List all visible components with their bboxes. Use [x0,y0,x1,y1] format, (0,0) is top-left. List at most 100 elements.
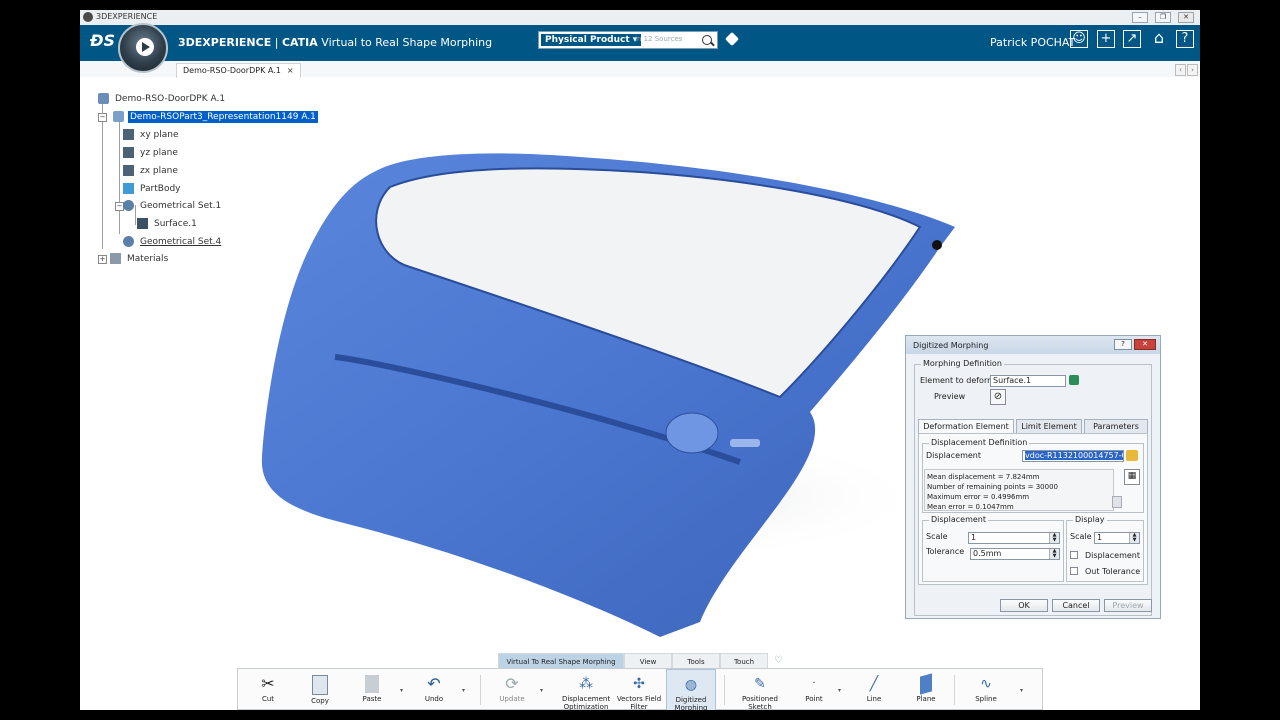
point-button[interactable]: · Point [794,669,834,710]
element-to-deform-field[interactable]: Surface.1 [990,375,1066,387]
displacement-optimization-button[interactable]: ⁂ Displacement Optimization [556,669,616,710]
scale-value: 1 [971,533,977,542]
tree-item-geoset1[interactable]: Geometrical Set.1 [123,200,223,211]
tab-view[interactable]: View [624,653,672,669]
display-scale-field[interactable]: 1 ▲ ▼ [1094,532,1140,544]
select-element-icon[interactable] [1069,375,1079,385]
tab-virtual-to-real[interactable]: Virtual To Real Shape Morphing [498,653,624,669]
ds-logo-icon: ƉS [90,31,116,50]
scale-field[interactable]: 1 ▲ ▼ [968,532,1060,544]
compass-icon[interactable] [118,23,168,73]
spinner-icon[interactable]: ▲ ▼ [1049,549,1059,559]
spline-button[interactable]: ∿ Spline [966,669,1006,710]
brand-label: 3DEXPERIENCE [178,36,272,49]
positioned-sketch-button[interactable]: ✎ Positioned Sketch [734,669,786,710]
preview-button[interactable]: Preview [1104,599,1152,612]
chevron-down-icon[interactable]: ▾ [1020,687,1023,694]
search-input[interactable]: in 12 Sources [635,35,682,43]
tolerance-value: 0.5mm [973,549,1002,558]
close-tab-icon[interactable]: × [287,66,294,75]
tree-item-xy-plane[interactable]: xy plane [123,129,180,140]
list-scrollbar[interactable] [1112,496,1122,508]
dialog-help-button[interactable]: ? [1114,339,1132,350]
close-window-button[interactable]: ✕ [1178,12,1194,23]
tag-icon[interactable] [724,31,740,47]
minimize-button[interactable]: – [1132,12,1148,23]
preview-toggle-icon[interactable]: ⊘ [990,389,1006,405]
line-icon: ╱ [869,676,879,692]
preview-label: Preview [934,392,966,401]
tree-item-label: Demo-RSOPart3_Representation1149 A.1 [128,110,318,123]
displacement-field[interactable]: vdoc-R1132100014757-0000 [1022,450,1124,462]
update-button[interactable]: ⟳ Update [492,669,532,710]
chevron-down-icon[interactable]: ▾ [540,687,543,694]
add-icon[interactable]: + [1097,30,1115,48]
chevron-down-icon[interactable]: ▾ [838,687,841,694]
favorite-icon[interactable]: ♡ [774,655,783,666]
app-icon [83,12,93,22]
scissors-icon: ✂ [261,674,275,693]
plane-icon [920,673,932,695]
undo-button[interactable]: ↶ Undo [414,669,454,710]
tree-item-zx-plane[interactable]: zx plane [123,165,180,176]
plane-icon [123,165,134,176]
displacement-checkbox[interactable] [1070,551,1078,559]
door-handle [665,412,719,454]
spinner-icon[interactable]: ▲ ▼ [1129,533,1139,543]
displacement-optimization-icon: ⁂ [579,676,593,692]
tolerance-field[interactable]: 0.5mm ▲ ▼ [970,548,1060,560]
tool-label: Digitized Morphing [674,696,708,710]
tool-label: Positioned Sketch [741,695,778,710]
tool-label: Cut [261,695,275,703]
divider [724,675,725,705]
chevron-down-icon[interactable]: ▾ [462,687,465,694]
tab-limit-element[interactable]: Limit Element [1016,419,1082,433]
folder-icon[interactable] [1126,450,1138,461]
restore-button[interactable]: ❐ [1155,12,1171,23]
digitized-morphing-button[interactable]: ◍ Digitized Morphing [666,669,716,710]
help-icon[interactable]: ? [1176,30,1194,48]
user-name[interactable]: Patrick POCHAT [990,36,1075,49]
tab-prev-icon[interactable]: ‹ [1175,64,1186,76]
profile-icon[interactable]: ☺ [1070,30,1088,48]
tab-label: Parameters [1093,422,1139,431]
search-icon[interactable] [702,35,712,45]
tree-item-materials[interactable]: Materials [110,253,170,264]
line-button[interactable]: ╱ Line [854,669,894,710]
plane-button[interactable]: Plane [906,669,946,710]
statistics-list: Mean displacement = 7.824mm Number of re… [924,469,1114,511]
vectors-field-filter-button[interactable]: ✣ Vectors Field Filter [614,669,664,710]
share-icon[interactable]: ↗ [1123,30,1141,48]
expand-icon[interactable]: − [98,113,107,122]
expand-icon[interactable]: + [98,255,107,264]
tab-next-icon[interactable]: › [1187,64,1198,76]
table-icon[interactable]: ▦ [1124,469,1140,485]
tree-item-representation[interactable]: Demo-RSOPart3_Representation1149 A.1 [113,110,318,123]
chevron-down-icon[interactable]: ▾ [400,687,403,694]
home-icon[interactable]: ⌂ [1150,30,1168,48]
tree-item-surface1[interactable]: Surface.1 [137,218,199,229]
ok-button[interactable]: OK [1000,599,1048,612]
tree-item-yz-plane[interactable]: yz plane [123,147,180,158]
cut-button[interactable]: ✂ Cut [248,669,288,710]
search-scope-dropdown[interactable]: Physical Product ▾ [541,34,642,46]
document-tab[interactable]: Demo-RSO-DoorDPK A.1 × [176,63,301,78]
tree-item-partbody[interactable]: PartBody [123,183,183,194]
tab-touch[interactable]: Touch [720,653,768,669]
copy-button[interactable]: Copy [300,669,340,710]
tab-parameters[interactable]: Parameters [1084,419,1148,433]
cancel-button[interactable]: Cancel [1052,599,1100,612]
app-prefix: CATIA [281,36,318,49]
tab-deformation-element[interactable]: Deformation Element [918,419,1014,434]
tree-item-root[interactable]: Demo-RSO-DoorDPK A.1 [98,93,227,104]
divider [954,675,955,705]
preview-button-label: Preview [1112,601,1144,610]
tab-tools[interactable]: Tools [672,653,720,669]
tree-item-geoset4[interactable]: Geometrical Set.4 [123,236,223,247]
out-tolerance-checkbox[interactable] [1070,567,1078,575]
search-box[interactable]: Physical Product ▾ in 12 Sources [538,31,718,49]
spinner-icon[interactable]: ▲ ▼ [1049,533,1059,543]
dialog-close-button[interactable]: ✕ [1134,339,1156,350]
paste-button[interactable]: Paste [352,669,392,710]
cancel-label: Cancel [1062,601,1090,610]
